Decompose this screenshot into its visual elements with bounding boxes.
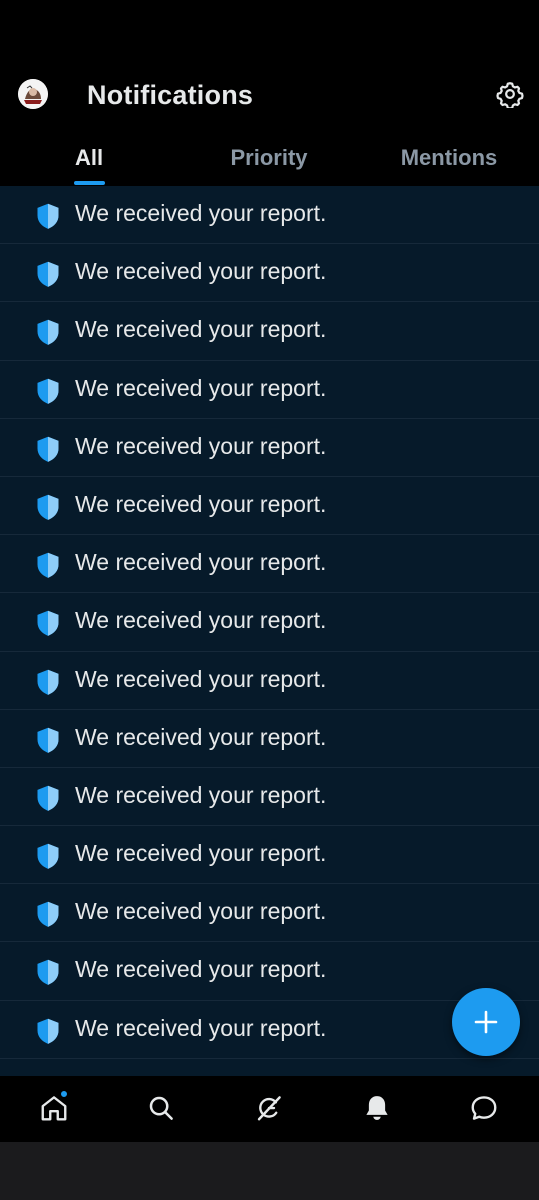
bottom-nav [0, 1076, 539, 1142]
notifications-screen: Notifications All Priority Mentions We r… [0, 0, 539, 1200]
tab-bar: All Priority Mentions [0, 138, 539, 186]
shield-icon [34, 318, 62, 346]
list-item[interactable]: We received your report. [0, 709, 539, 768]
tab-mentions[interactable]: Mentions [378, 145, 520, 171]
page-title: Notifications [87, 80, 254, 110]
gear-icon[interactable] [496, 80, 524, 110]
notification-text: We received your report. [75, 258, 327, 285]
notification-text: We received your report. [75, 316, 327, 343]
list-item[interactable]: We received your report. [0, 651, 539, 710]
list-item[interactable]: We received your report. [0, 884, 539, 943]
notification-text: We received your report. [75, 840, 327, 867]
active-tab-indicator [74, 181, 105, 185]
shield-icon [34, 668, 62, 696]
shield-icon [34, 726, 62, 754]
list-item[interactable]: We received your report. [0, 418, 539, 477]
list-item[interactable]: We received your report. [0, 244, 539, 303]
shield-icon [34, 377, 62, 405]
list-item[interactable]: We received your report. [0, 360, 539, 419]
avatar[interactable] [18, 79, 48, 109]
notification-text: We received your report. [75, 549, 327, 576]
notification-list[interactable]: We received your report. We received you… [0, 186, 539, 1076]
search-icon[interactable] [146, 1093, 176, 1123]
list-item[interactable]: We received your report. [0, 302, 539, 361]
shield-icon [34, 202, 62, 230]
shield-icon [34, 609, 62, 637]
shield-icon [34, 260, 62, 288]
bell-icon[interactable] [362, 1093, 392, 1123]
list-item[interactable]: We received your report. [0, 826, 539, 885]
notification-text: We received your report. [75, 898, 327, 925]
notification-text: We received your report. [75, 490, 327, 517]
notification-text: We received your report. [75, 665, 327, 692]
shield-icon [34, 493, 62, 521]
shield-icon [34, 551, 62, 579]
list-item[interactable]: We received your report. [0, 535, 539, 594]
home-unread-dot [60, 1090, 68, 1098]
list-item[interactable]: We received your report. [0, 767, 539, 827]
list-item[interactable]: We received your report. [0, 186, 539, 245]
shield-icon [34, 784, 62, 812]
header: Notifications All Priority Mentions [0, 0, 539, 186]
list-item[interactable] [0, 1058, 539, 1076]
notification-text: We received your report. [75, 432, 327, 459]
notification-text: We received your report. [75, 956, 327, 983]
shield-icon [34, 900, 62, 928]
shield-icon [34, 1017, 62, 1045]
message-icon[interactable] [469, 1093, 499, 1123]
notification-text: We received your report. [75, 723, 327, 750]
notification-text: We received your report. [75, 1014, 327, 1041]
system-navigation-bar [0, 1142, 539, 1200]
shield-icon [34, 958, 62, 986]
notification-text: We received your report. [75, 781, 327, 808]
list-item[interactable]: We received your report. [0, 476, 539, 536]
notification-text: We received your report. [75, 607, 327, 634]
avatar-image [18, 79, 48, 109]
list-item[interactable]: We received your report. [0, 942, 539, 1001]
list-item[interactable]: We received your report. [0, 593, 539, 652]
shield-icon [34, 842, 62, 870]
grok-icon[interactable] [254, 1093, 284, 1123]
plus-icon [474, 1010, 498, 1034]
tab-priority[interactable]: Priority [200, 145, 338, 171]
compose-button[interactable] [452, 988, 520, 1056]
notification-text: We received your report. [75, 374, 327, 401]
notification-text: We received your report. [75, 200, 327, 226]
shield-icon [34, 435, 62, 463]
tab-all[interactable]: All [60, 145, 118, 171]
